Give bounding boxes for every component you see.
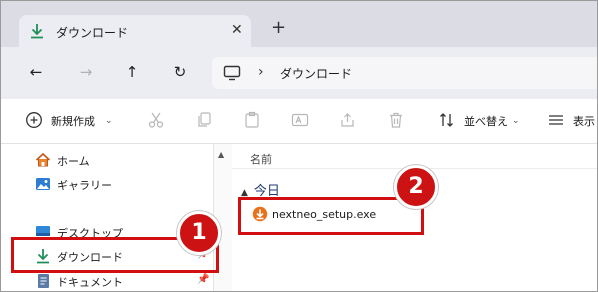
- new-button[interactable]: 新規作成 ⌄: [25, 111, 117, 131]
- new-tab-button[interactable]: +: [271, 19, 286, 37]
- sidebar-item-documents[interactable]: ドキュメント 📌: [21, 270, 211, 291]
- tab-downloads[interactable]: ダウンロード ✕: [19, 15, 251, 47]
- scroll-up-icon[interactable]: ▲: [218, 150, 224, 159]
- sort-icon: [440, 113, 453, 127]
- navigation-bar: ← → ↑ ↻ › ダウンロード: [1, 47, 597, 99]
- document-icon: [35, 273, 51, 291]
- copy-button[interactable]: [195, 111, 213, 131]
- highlight-box-file: [238, 197, 424, 235]
- this-pc-icon: [223, 65, 241, 84]
- copy-icon: [198, 112, 211, 127]
- view-button[interactable]: 表示: [547, 111, 597, 131]
- rename-button[interactable]: [291, 111, 309, 131]
- cut-button[interactable]: [147, 111, 165, 131]
- share-button[interactable]: [339, 111, 357, 131]
- sidebar-item-label: ギャラリー: [57, 179, 112, 192]
- chevron-down-icon: ⌄: [105, 116, 113, 126]
- back-button[interactable]: ←: [26, 62, 46, 82]
- paste-icon: [245, 111, 259, 128]
- sidebar-item-home[interactable]: ホーム: [21, 149, 211, 171]
- column-header-name[interactable]: 名前: [250, 151, 272, 167]
- home-icon: [35, 152, 51, 171]
- breadcrumb-downloads[interactable]: ダウンロード: [280, 65, 352, 82]
- command-bar: 新規作成 ⌄ 並べ替え ⌄ 表示: [1, 99, 597, 144]
- step-badge-1: 1: [177, 211, 221, 255]
- sidebar-item-label: ホーム: [57, 155, 90, 168]
- step-badge-2: 2: [394, 165, 438, 209]
- pin-icon[interactable]: 📌: [197, 274, 209, 285]
- share-icon: [341, 113, 354, 127]
- explorer-window: ダウンロード ✕ + ← → ↑ ↻ › ダウンロード 新規作成 ⌄ 並べ替え …: [0, 0, 598, 292]
- delete-button[interactable]: [387, 111, 405, 131]
- tab-title: ダウンロード: [56, 26, 129, 40]
- forward-button[interactable]: →: [76, 62, 96, 82]
- new-button-label: 新規作成: [51, 115, 95, 128]
- sidebar-item-gallery[interactable]: ギャラリー: [21, 173, 211, 195]
- scissors-icon: [148, 112, 164, 128]
- breadcrumb-separator: ›: [258, 64, 264, 80]
- chevron-down-icon: ⌄: [512, 116, 520, 126]
- close-tab-icon[interactable]: ✕: [231, 22, 243, 38]
- up-button[interactable]: ↑: [122, 62, 142, 82]
- sidebar-item-label: ドキュメント: [57, 276, 123, 289]
- download-icon: [29, 23, 45, 42]
- sort-button-label: 並べ替え: [464, 115, 508, 128]
- add-circle-icon: [26, 112, 42, 128]
- refresh-button[interactable]: ↻: [170, 62, 190, 82]
- paste-button[interactable]: [243, 111, 261, 131]
- gallery-icon: [35, 176, 51, 195]
- view-button-label: 表示: [573, 115, 595, 128]
- trash-icon: [390, 112, 402, 128]
- view-list-icon: [549, 115, 563, 125]
- sort-button[interactable]: 並べ替え ⌄: [438, 111, 524, 131]
- tab-strip: ダウンロード ✕ +: [1, 1, 597, 47]
- address-bar[interactable]: › ダウンロード: [212, 57, 597, 89]
- rename-icon: [291, 113, 309, 127]
